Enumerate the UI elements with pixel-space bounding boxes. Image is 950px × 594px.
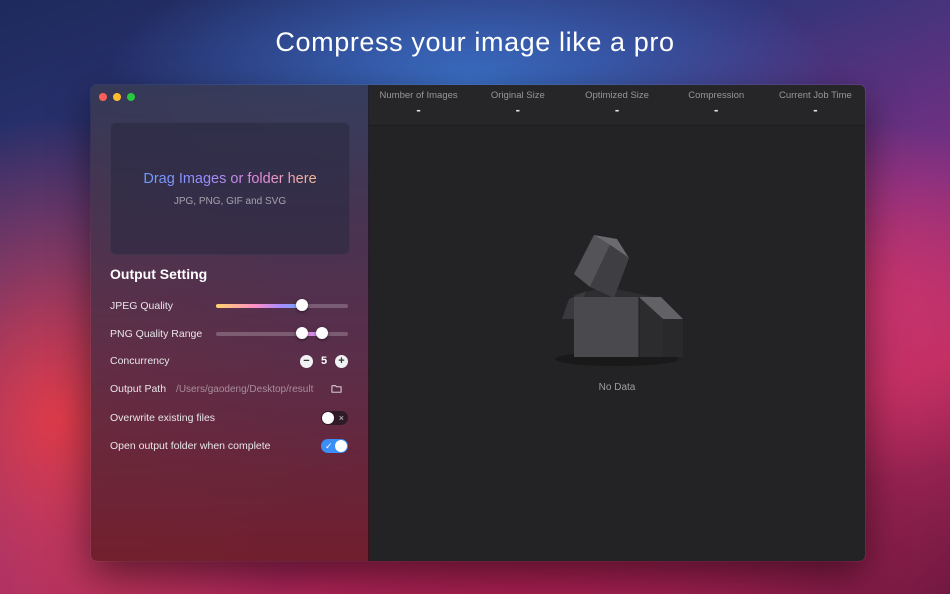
stat-compression: Compression - (667, 85, 766, 125)
concurrency-value: 5 (320, 355, 328, 367)
concurrency-label: Concurrency (110, 355, 170, 367)
jpeg-quality-row: JPEG Quality (110, 297, 348, 315)
app-window: Drag Images or folder here JPG, PNG, GIF… (91, 85, 865, 561)
folder-icon[interactable] (331, 383, 342, 394)
zoom-button[interactable] (127, 93, 135, 101)
drop-zone[interactable]: Drag Images or folder here JPG, PNG, GIF… (110, 122, 350, 255)
stat-current-job-time: Current Job Time - (766, 85, 865, 125)
stat-label: Current Job Time (778, 90, 852, 101)
open-folder-toggle[interactable]: ✓ (321, 439, 348, 453)
x-icon: × (338, 413, 344, 423)
stat-label: Number of Images (379, 90, 458, 101)
output-path-label: Output Path (110, 383, 167, 395)
minimize-button[interactable] (113, 93, 121, 101)
stat-label: Optimized Size (585, 90, 649, 101)
png-quality-range-slider[interactable] (216, 327, 348, 339)
jpeg-quality-label: JPEG Quality (110, 300, 174, 312)
overwrite-toggle[interactable]: × (321, 411, 348, 425)
stat-original-size: Original Size - (468, 85, 567, 125)
stat-value: - (714, 102, 719, 117)
empty-box-icon (555, 235, 683, 366)
concurrency-stepper: − 5 + (300, 354, 348, 368)
png-quality-max-handle[interactable] (315, 327, 328, 339)
output-setting-title: Output Setting (110, 266, 208, 282)
stat-value: - (813, 102, 818, 117)
concurrency-row: Concurrency − 5 + (110, 352, 348, 370)
output-path-row: Output Path /Users/gaodeng/Desktop/resul… (110, 380, 348, 398)
png-quality-row: PNG Quality Range (110, 325, 348, 343)
decrement-button[interactable]: − (300, 354, 313, 368)
toggle-knob (322, 412, 334, 424)
close-button[interactable] (99, 93, 107, 101)
stat-value: - (416, 102, 421, 117)
results-panel: Number of Images - Original Size - Optim… (369, 85, 865, 561)
jpeg-quality-handle[interactable] (295, 299, 308, 311)
output-path-value: /Users/gaodeng/Desktop/result (176, 383, 314, 395)
stat-label: Compression (688, 90, 745, 101)
sidebar: Drag Images or folder here JPG, PNG, GIF… (91, 85, 369, 561)
overwrite-row: Overwrite existing files × (110, 409, 348, 427)
drop-zone-title: Drag Images or folder here (111, 171, 349, 187)
stat-value: - (614, 102, 620, 117)
overwrite-label: Overwrite existing files (110, 412, 216, 424)
stat-optimized-size: Optimized Size - (567, 85, 666, 125)
stats-header: Number of Images - Original Size - Optim… (369, 85, 865, 126)
checkmark-icon: ✓ (325, 441, 333, 451)
stat-value: - (515, 102, 520, 117)
stat-label: Original Size (490, 90, 545, 101)
headline: Compress your image like a pro (275, 27, 675, 57)
toggle-knob (335, 440, 347, 452)
open-folder-row: Open output folder when complete ✓ (110, 437, 348, 455)
jpeg-quality-fill (216, 304, 302, 308)
jpeg-quality-slider[interactable] (216, 299, 348, 311)
empty-state-text: No Data (598, 382, 636, 393)
open-folder-label: Open output folder when complete (110, 440, 271, 452)
increment-button[interactable]: + (335, 354, 348, 368)
window-controls (99, 93, 135, 101)
stat-number-of-images: Number of Images - (369, 85, 468, 125)
png-quality-min-handle[interactable] (295, 327, 308, 339)
drop-zone-formats: JPG, PNG, GIF and SVG (173, 196, 287, 207)
png-quality-label: PNG Quality Range (110, 328, 203, 340)
